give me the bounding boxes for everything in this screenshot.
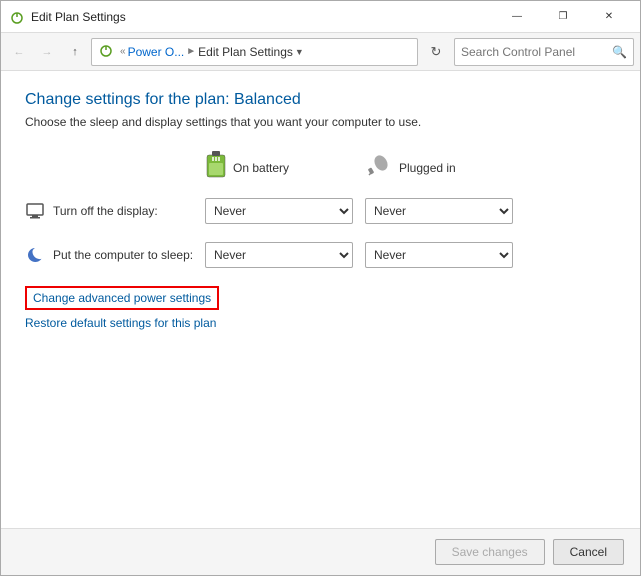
cancel-button[interactable]: Cancel: [553, 539, 624, 565]
display-row: Turn off the display: Never 1 minute 2 m…: [25, 196, 616, 226]
plugged-column-header: Plugged in: [365, 153, 525, 182]
column-headers: On battery Plugged in: [25, 149, 616, 186]
minimize-button[interactable]: —: [494, 1, 540, 33]
display-plugged-select[interactable]: Never 1 minute 2 minutes 5 minutes 10 mi…: [365, 198, 513, 224]
breadcrumb-dropdown[interactable]: ▼: [295, 47, 304, 57]
search-icon: 🔍: [612, 45, 627, 59]
change-advanced-link[interactable]: Change advanced power settings: [25, 286, 219, 310]
sleep-icon: [25, 245, 45, 265]
title-bar: Edit Plan Settings — ❐ ✕: [1, 1, 640, 33]
footer: Save changes Cancel: [1, 528, 640, 575]
content-area: Change settings for the plan: Balanced C…: [1, 71, 640, 528]
up-button[interactable]: ↑: [63, 40, 87, 64]
display-icon: [25, 201, 45, 221]
search-input[interactable]: [461, 45, 612, 59]
sleep-plugged-select[interactable]: Never 1 minute 2 minutes 5 minutes 10 mi…: [365, 242, 513, 268]
refresh-button[interactable]: ↻: [422, 38, 450, 66]
display-battery-select[interactable]: Never 1 minute 2 minutes 5 minutes 10 mi…: [205, 198, 353, 224]
search-box: 🔍: [454, 38, 634, 66]
window-controls: — ❐ ✕: [494, 1, 632, 33]
links-section: Change advanced power settings Restore d…: [25, 286, 616, 330]
display-label: Turn off the display:: [53, 204, 158, 218]
display-dropdowns: Never 1 minute 2 minutes 5 minutes 10 mi…: [205, 198, 513, 224]
sleep-dropdowns: Never 1 minute 2 minutes 5 minutes 10 mi…: [205, 242, 513, 268]
page-subtitle: Choose the sleep and display settings th…: [25, 115, 616, 129]
breadcrumb-icon: [98, 42, 114, 61]
forward-button[interactable]: →: [35, 40, 59, 64]
window-icon: [9, 9, 25, 25]
restore-button[interactable]: ❐: [540, 1, 586, 33]
address-bar: ← → ↑ « Power O... ► Edit Plan Settings …: [1, 33, 640, 71]
save-changes-button[interactable]: Save changes: [435, 539, 545, 565]
breadcrumb-link-parent[interactable]: Power O...: [128, 45, 185, 59]
restore-defaults-link[interactable]: Restore default settings for this plan: [25, 316, 616, 330]
plug-icon: [365, 153, 393, 182]
sleep-label-group: Put the computer to sleep:: [25, 245, 205, 265]
battery-column-header: On battery: [205, 149, 365, 186]
close-button[interactable]: ✕: [586, 1, 632, 33]
main-window: Edit Plan Settings — ❐ ✕ ← → ↑ « Power O…: [0, 0, 641, 576]
sleep-label: Put the computer to sleep:: [53, 248, 193, 262]
page-title: Change settings for the plan: Balanced: [25, 91, 616, 109]
breadcrumb-current: Edit Plan Settings: [198, 45, 293, 59]
window-title: Edit Plan Settings: [31, 10, 494, 24]
breadcrumb: « Power O... ► Edit Plan Settings ▼: [91, 38, 418, 66]
breadcrumb-sep1: «: [120, 46, 126, 57]
breadcrumb-arrow: ►: [186, 46, 196, 57]
sleep-row: Put the computer to sleep: Never 1 minut…: [25, 240, 616, 270]
back-button[interactable]: ←: [7, 40, 31, 64]
display-label-group: Turn off the display:: [25, 201, 205, 221]
sleep-battery-select[interactable]: Never 1 minute 2 minutes 5 minutes 10 mi…: [205, 242, 353, 268]
plugged-column-label: Plugged in: [399, 161, 456, 175]
battery-column-label: On battery: [233, 161, 289, 175]
battery-icon: [205, 149, 227, 186]
